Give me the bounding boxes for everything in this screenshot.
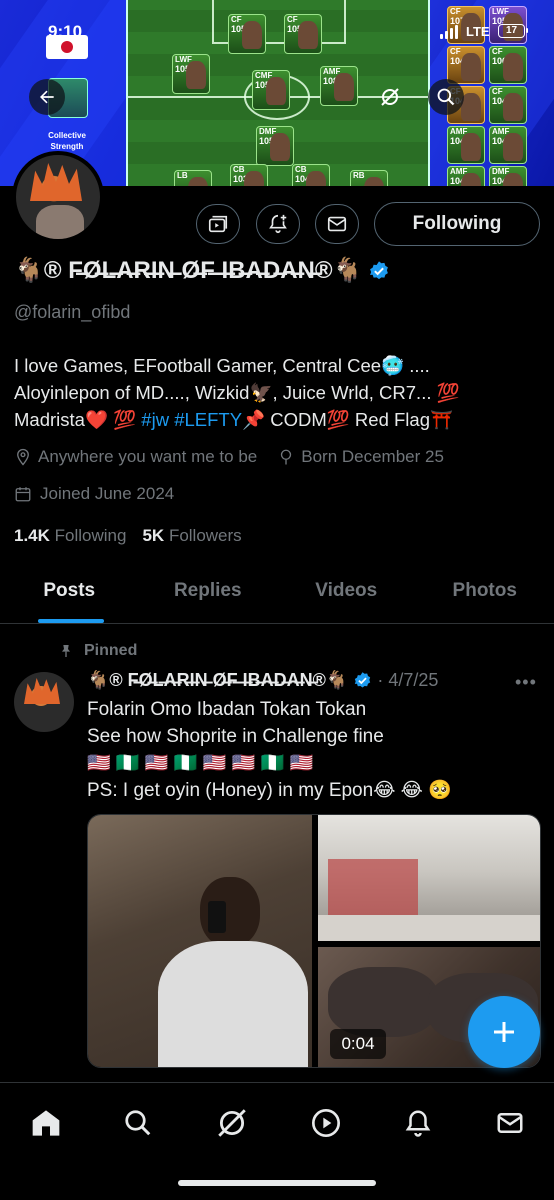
hashtags-link[interactable]: #jw #LEFTY xyxy=(141,409,242,430)
message-button[interactable] xyxy=(315,204,359,244)
post-photo-mall[interactable] xyxy=(318,815,540,941)
nav-messages[interactable] xyxy=(490,1103,530,1143)
verified-icon xyxy=(355,672,371,688)
location-icon xyxy=(17,448,29,466)
pin-icon xyxy=(62,645,70,657)
profile-avatar[interactable] xyxy=(12,151,104,243)
nav-video[interactable] xyxy=(306,1103,346,1143)
profile-bio: I love Games, EFootball Gamer, Central C… xyxy=(14,352,540,433)
post-author-avatar[interactable] xyxy=(14,672,74,732)
notifications-toggle-button[interactable] xyxy=(256,204,300,244)
joined-row: Joined June 2024 xyxy=(14,484,174,504)
display-name-text: 🐐® F̶Ø̶L̶A̶R̶I̶N̶ Ø̶F̶ I̶B̶A̶D̶A̶N̶®🐐 xyxy=(14,257,363,284)
grok-icon xyxy=(218,1109,246,1137)
tab-posts[interactable]: Posts xyxy=(0,566,139,623)
tab-videos[interactable]: Videos xyxy=(277,566,416,623)
player-card: CMF 105 xyxy=(252,70,290,110)
compose-post-button[interactable] xyxy=(468,996,540,1068)
signal-icon xyxy=(440,25,458,39)
mail-icon xyxy=(327,216,347,232)
nav-notifications[interactable] xyxy=(398,1103,438,1143)
player-card: LWF 105 xyxy=(172,54,210,94)
post-photo-selfie[interactable] xyxy=(88,815,312,1067)
back-arrow-icon xyxy=(40,90,54,104)
player-card: DMF 105 xyxy=(256,126,294,166)
network-label: LTE xyxy=(466,24,490,39)
battery-level: 17 xyxy=(505,25,518,36)
search-icon xyxy=(125,1110,151,1136)
profile-meta-row: Anywhere you want me to be Born December… xyxy=(14,447,444,467)
calendar-icon xyxy=(15,487,31,502)
profile-tabs: Posts Replies Videos Photos xyxy=(0,566,554,624)
following-link[interactable]: 1.4K Following xyxy=(14,526,126,546)
player-card: CB 104 xyxy=(292,164,330,186)
notification-add-icon xyxy=(269,214,287,234)
home-icon xyxy=(32,1110,60,1136)
subscribe-button[interactable] xyxy=(196,204,240,244)
nav-grok[interactable] xyxy=(212,1103,252,1143)
player-card: CB 103 xyxy=(230,164,268,186)
player-card: RB xyxy=(350,170,388,186)
post-more-button[interactable]: ••• xyxy=(515,672,537,693)
subscribe-icon xyxy=(208,215,228,233)
post-author-name[interactable]: 🐐® F̶Ø̶L̶A̶R̶I̶N̶ Ø̶F̶ I̶B̶A̶D̶A̶N̶®🐐 xyxy=(87,670,348,691)
back-button[interactable] xyxy=(29,79,65,115)
birthday-icon xyxy=(281,449,292,465)
tab-replies[interactable]: Replies xyxy=(139,566,278,623)
location-item: Anywhere you want me to be xyxy=(14,447,257,467)
search-button[interactable] xyxy=(428,79,464,115)
bio-line: Madrista❤️ 💯 #jw #LEFTY📌 CODM💯 Red Flag⛩… xyxy=(14,409,454,430)
post-date[interactable]: 4/7/25 xyxy=(388,670,438,691)
pinned-label: Pinned xyxy=(58,642,137,660)
tab-photos[interactable]: Photos xyxy=(416,566,554,623)
collective-strength-label: Collective Strength xyxy=(48,131,86,151)
profile-display-name: 🐐® F̶Ø̶L̶A̶R̶I̶N̶ Ø̶F̶ I̶B̶A̶D̶A̶N̶®🐐 xyxy=(14,256,390,285)
mail-icon xyxy=(497,1113,523,1133)
plus-icon xyxy=(494,1022,514,1042)
video-duration-badge: 0:04 xyxy=(330,1029,386,1059)
post-line: 🇺🇸 🇳🇬 🇺🇸 🇳🇬 🇺🇸 🇺🇸 🇳🇬 🇺🇸 xyxy=(87,753,314,774)
battery-icon: 17 xyxy=(498,24,528,38)
search-icon xyxy=(437,88,455,106)
home-indicator[interactable] xyxy=(178,1180,376,1186)
post-line: PS: I get oyin (Honey) in my Epon😂 😂 🥺 xyxy=(87,780,452,801)
post-header: 🐐® F̶Ø̶L̶A̶R̶I̶N̶ Ø̶F̶ I̶B̶A̶D̶A̶N̶®🐐 · … xyxy=(87,670,438,691)
follow-stats: 1.4K Following 5K Followers xyxy=(14,526,242,546)
japan-flag-icon xyxy=(46,35,88,59)
location-text: Anywhere you want me to be xyxy=(38,447,258,466)
post-line: See how Shoprite in Challenge fine xyxy=(87,726,384,747)
profile-handle: @folarin_ofibd xyxy=(14,302,131,322)
nav-search[interactable] xyxy=(118,1103,158,1143)
video-icon xyxy=(312,1109,340,1137)
grok-icon xyxy=(381,88,399,106)
status-bar: 9:10 LTE 17 xyxy=(0,0,554,60)
pinned-text: Pinned xyxy=(84,642,138,659)
birthday-item: Born December 25 xyxy=(277,447,444,467)
grok-button[interactable] xyxy=(372,79,408,115)
post-line: Folarin Omo Ibadan Tokan Tokan xyxy=(87,699,367,720)
nav-home[interactable] xyxy=(26,1103,66,1143)
bio-line: I love Games, EFootball Gamer, Central C… xyxy=(14,355,430,376)
player-card: AMF 108 xyxy=(320,66,358,106)
bio-line: Aloyinlepon of MD...., Wizkid🦅, Juice Wr… xyxy=(14,382,460,403)
bell-icon xyxy=(405,1110,431,1137)
birthday-text: Born December 25 xyxy=(301,447,444,466)
post-separator: · xyxy=(377,670,384,690)
joined-text: Joined June 2024 xyxy=(40,484,175,503)
verified-icon[interactable] xyxy=(368,260,390,282)
post-text: Folarin Omo Ibadan Tokan Tokan See how S… xyxy=(87,696,537,804)
following-button[interactable]: Following xyxy=(374,202,540,246)
player-card: LB xyxy=(174,170,212,186)
followers-link[interactable]: 5K Followers xyxy=(142,526,241,546)
